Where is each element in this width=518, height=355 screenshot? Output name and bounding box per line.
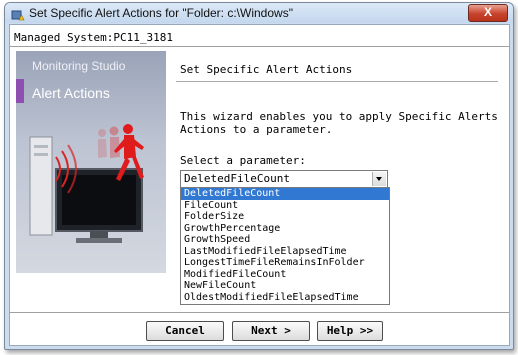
dialog-window: Set Specific Alert Actions for "Folder: … — [4, 2, 514, 350]
banner-title: Alert Actions — [32, 85, 110, 101]
parameter-select-value: DeletedFileCount — [184, 172, 290, 185]
computer-alert-illustration — [29, 124, 144, 243]
close-button[interactable]: X — [468, 4, 508, 22]
heading-divider — [176, 81, 498, 83]
parameter-option[interactable]: LongestTimeFileRemainsInFolder — [181, 257, 389, 269]
window-title: Set Specific Alert Actions for "Folder: … — [29, 6, 293, 20]
parameter-option[interactable]: DeletedFileCount — [181, 188, 389, 200]
parameter-option[interactable]: ModifiedFileCount — [181, 269, 389, 281]
parameter-option[interactable]: LastModifiedFileElapsedTime — [181, 246, 389, 258]
title-bar[interactable]: Set Specific Alert Actions for "Folder: … — [5, 3, 513, 23]
parameter-option[interactable]: OldestModifiedFileElapsedTime — [181, 292, 389, 304]
header-divider — [10, 46, 509, 48]
parameter-option[interactable]: GrowthPercentage — [181, 223, 389, 235]
footer-divider — [10, 312, 509, 314]
parameter-option[interactable]: FileCount — [181, 200, 389, 212]
next-button[interactable]: Next > — [232, 321, 310, 341]
parameter-option[interactable]: FolderSize — [181, 211, 389, 223]
dialog-body: Managed System:PC11_3181 Monitoring Stud… — [9, 24, 510, 346]
banner-brand: Monitoring Studio — [32, 59, 126, 73]
parameter-label: Select a parameter: — [180, 154, 306, 167]
cancel-button[interactable]: Cancel — [146, 321, 224, 341]
chevron-down-icon[interactable] — [372, 172, 386, 186]
banner-accent — [16, 79, 24, 103]
wizard-description: This wizard enables you to apply Specifi… — [180, 110, 498, 136]
wizard-banner: Monitoring Studio Alert Actions — [16, 51, 166, 273]
help-button[interactable]: Help >> — [317, 321, 383, 341]
parameter-option[interactable]: GrowthSpeed — [181, 234, 389, 246]
step-heading: Set Specific Alert Actions — [180, 63, 353, 76]
managed-system-label: Managed System:PC11_3181 — [14, 31, 173, 44]
parameter-select[interactable]: DeletedFileCount — [180, 170, 388, 188]
app-icon — [11, 7, 25, 21]
parameter-option[interactable]: NewFileCount — [181, 280, 389, 292]
parameter-dropdown-list[interactable]: DeletedFileCount FileCount FolderSize Gr… — [180, 187, 390, 305]
